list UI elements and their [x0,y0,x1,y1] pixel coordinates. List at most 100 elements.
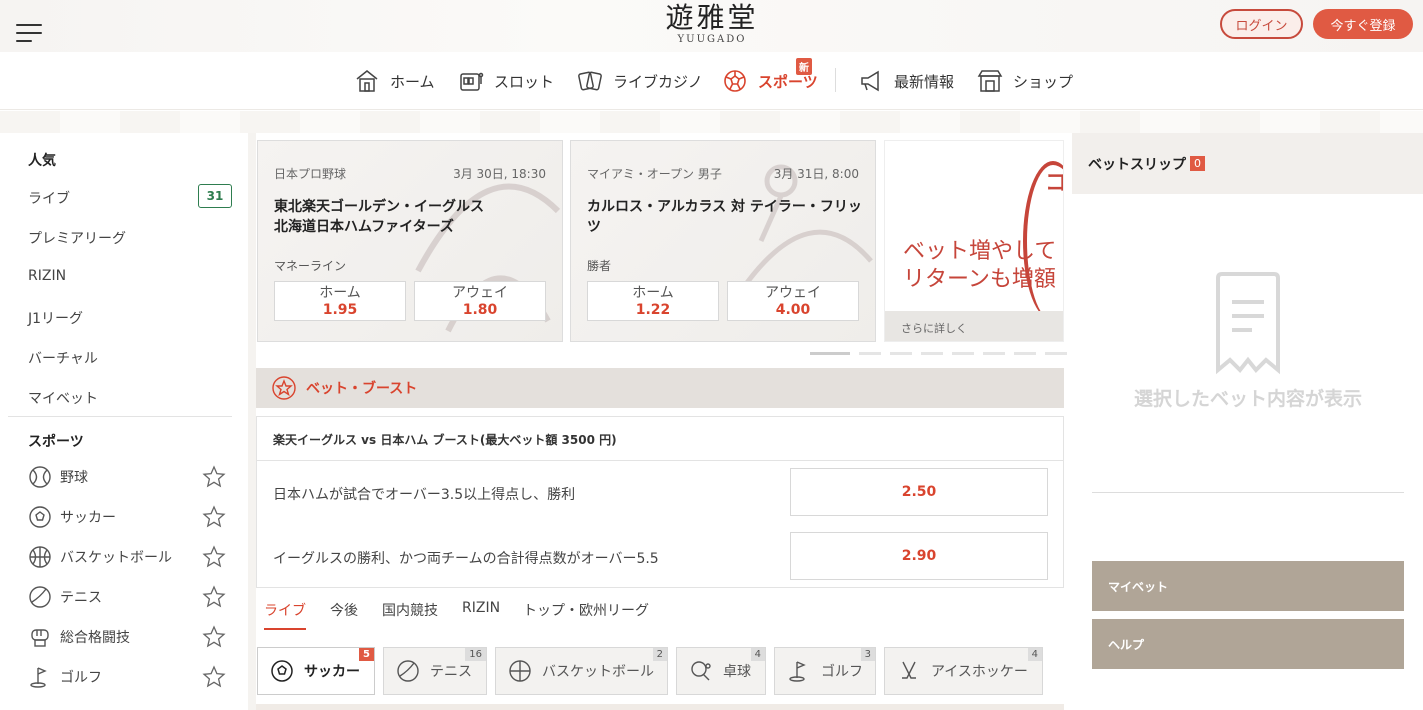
carousel-dot[interactable] [1014,352,1036,355]
sidebar-item-baseball[interactable]: 野球 [28,465,88,489]
home-odds-button[interactable]: ホーム 1.95 [274,281,406,321]
carousel-dot-active[interactable] [810,352,850,355]
sidebar-item-soccer[interactable]: サッカー [28,505,116,529]
sidebar-item-label: プレミアリーグ [28,231,126,247]
basketball-icon [509,660,531,682]
betslip-header[interactable]: ベットスリップ 0 [1072,133,1423,194]
sidebar-item-live[interactable]: ライブ [28,188,70,208]
popular-heading: 人気 [28,153,56,169]
table-tennis-icon [691,661,711,681]
home-icon [356,70,378,92]
carousel-dot[interactable] [1045,352,1067,355]
boost-selection-text: イーグルスの勝利、かつ両チームの合計得点数がオーバー5.5 [273,551,659,567]
betslip-divider [1092,492,1404,493]
my-bets-button[interactable]: マイベット [1092,561,1404,611]
boost-odds-button[interactable]: 2.90 [790,532,1048,580]
soccer-ball-icon [29,506,51,528]
nav-live-casino[interactable]: ライブカジノ [577,66,703,96]
chip-count: 5 [359,648,374,661]
chip-label: ゴルフ [821,664,863,680]
site-logo[interactable]: 遊雅堂 YUUGADO [660,2,764,46]
decorative-band [0,111,1423,133]
carousel-dot[interactable] [983,352,1005,355]
star-icon[interactable] [202,585,226,609]
nav-sports[interactable]: スポーツ 新 [722,58,818,96]
chip-ice-hockey[interactable]: アイスホッケー 4 [884,647,1043,695]
home-odds-button[interactable]: ホーム 1.22 [587,281,719,321]
sidebar-item-mma[interactable]: 総合格闘技 [28,625,130,649]
chip-basketball[interactable]: バスケットボール 2 [495,647,668,695]
carousel-pagination [810,352,1067,356]
sidebar-item-label: 総合格闘技 [60,630,130,646]
boost-divider [257,460,1063,461]
betslip-empty-text: 選択したベット内容が表示 [1133,388,1362,410]
sidebar-item-rizin[interactable]: RIZIN [28,268,66,284]
cards-icon [578,71,602,91]
sidebar-item-my-bets[interactable]: マイベット [28,388,98,408]
tab-live[interactable]: ライブ [264,600,306,620]
register-button[interactable]: 今すぐ登録 [1313,9,1413,39]
away-odds-button[interactable]: アウェイ 4.00 [727,281,859,321]
boost-match-title: 楽天イーグルス vs 日本ハム ブースト(最大ベット額 3500 円) [273,433,617,447]
nav-slots[interactable]: スロット [458,66,554,96]
tab-rizin[interactable]: RIZIN [462,600,500,616]
star-icon[interactable] [202,545,226,569]
star-icon[interactable] [202,665,226,689]
tab-top-european[interactable]: トップ・欧州リーグ [523,600,649,620]
chip-table-tennis[interactable]: 卓球 4 [676,647,766,695]
market-name: 勝者 [587,259,612,273]
chip-soccer[interactable]: サッカー 5 [257,647,375,695]
promo-accent-text: コ [1045,165,1063,197]
league-name: 日本プロ野球 [274,167,347,181]
bet-boost-title: ベット・ブースト [306,381,418,397]
nav-news-label: 最新情報 [894,72,955,91]
login-button[interactable]: ログイン [1220,9,1303,39]
odds-label: ホーム [319,285,361,301]
bet-boost-header[interactable]: ベット・ブースト [256,368,1064,408]
sidebar-item-label: バーチャル [28,351,98,367]
chip-label: バスケットボール [542,664,654,680]
carousel-dot[interactable] [859,352,881,355]
sidebar-divider [8,416,232,417]
carousel-dot[interactable] [921,352,943,355]
nav-divider [835,68,836,92]
sidebar-item-j1-league[interactable]: J1リーグ [28,308,83,328]
soccer-ball-icon [271,660,293,682]
sidebar-item-golf[interactable]: ゴルフ [28,665,102,689]
sidebar-item-label: バスケットボール [60,550,172,566]
chip-count: 4 [750,648,765,661]
slot-machine-icon [460,72,484,91]
odds-value: 1.80 [462,302,498,318]
star-icon[interactable] [202,625,226,649]
nav-shop[interactable]: ショップ [977,66,1073,96]
sports-heading: スポーツ [28,434,84,450]
nav-news[interactable]: 最新情報 [858,66,954,96]
sidebar-item-label: ライブ [28,191,70,207]
chip-label: アイスホッケー [931,664,1028,680]
help-button[interactable]: ヘルプ [1092,619,1404,669]
away-odds-button[interactable]: アウェイ 1.80 [414,281,546,321]
carousel-dot[interactable] [952,352,974,355]
active-tab-indicator [264,628,306,630]
sidebar-item-tennis[interactable]: テニス [28,585,102,609]
sidebar-item-virtual[interactable]: バーチャル [28,348,98,368]
tab-domestic[interactable]: 国内競技 [382,600,438,620]
star-icon[interactable] [202,505,226,529]
promo-card[interactable]: コ ベット増やして リターンも増額 さらに詳しく [884,140,1064,342]
sidebar-item-label: テニス [60,590,102,606]
sidebar-item-premier-league[interactable]: プレミアリーグ [28,228,126,248]
nav-live-casino-label: ライブカジノ [613,72,703,91]
carousel-dot[interactable] [890,352,912,355]
chip-tennis[interactable]: テニス 16 [383,647,487,695]
match-card[interactable]: 日本プロ野球 3月 30日, 18:30 東北楽天ゴールデン・イーグルス 北海道… [257,140,563,342]
promo-more-link[interactable]: さらに詳しく [885,311,1063,341]
sidebar-item-basketball[interactable]: バスケットボール [28,545,172,569]
nav-home[interactable]: ホーム [354,66,435,96]
boost-odds-button[interactable]: 2.50 [790,468,1048,516]
tab-upcoming[interactable]: 今後 [330,600,358,620]
menu-icon[interactable] [16,24,42,44]
chip-golf[interactable]: ゴルフ 3 [774,647,876,695]
match-card[interactable]: マイアミ・オープン 男子 3月 31日, 8:00 カルロス・アルカラス 対 テ… [570,140,876,342]
star-icon[interactable] [202,465,226,489]
nav-slots-label: スロット [494,72,555,91]
